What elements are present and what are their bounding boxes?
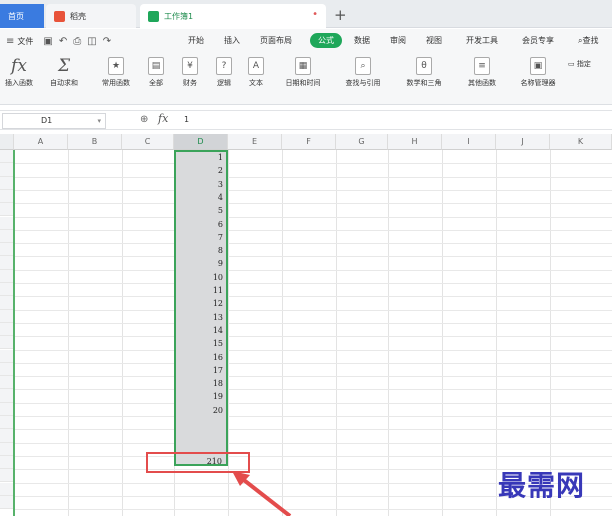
formula-input[interactable]: 1	[180, 113, 610, 129]
ribbon-label: 财务	[183, 79, 197, 87]
star-icon: ★	[108, 57, 124, 75]
yen-icon: ¥	[182, 57, 198, 75]
menu-member[interactable]: 会员专享	[522, 35, 554, 46]
undo-icon[interactable]: ↶	[59, 36, 67, 47]
ribbon-label: 查找与引用	[345, 79, 381, 87]
lookup-icon: ⌕	[355, 57, 371, 75]
ribbon-label: 自动求和	[50, 79, 78, 87]
autosum-button[interactable]: Σ 自动求和	[42, 56, 86, 88]
text-button[interactable]: A 文本	[244, 57, 268, 88]
cell-reference: D1	[41, 116, 53, 125]
print-icon[interactable]: ⎙	[73, 36, 81, 47]
math-trig-button[interactable]: θ 数学和三角	[398, 57, 450, 88]
ribbon-label: 数学和三角	[406, 79, 442, 87]
define-name-button[interactable]: ▭ 指定	[568, 59, 608, 69]
menu-view[interactable]: 视图	[426, 35, 442, 46]
ribbon-label: 全部	[149, 79, 163, 87]
tab-docer[interactable]: 稻壳	[46, 4, 136, 28]
tab-docer-label: 稻壳	[70, 11, 86, 21]
ribbon-label: 其他函数	[468, 79, 496, 87]
insert-function-button[interactable]: fx 插入函数	[0, 56, 38, 88]
watermark-logo: 最需网	[498, 469, 586, 502]
menu-developer[interactable]: 开发工具	[466, 35, 498, 46]
date-time-button[interactable]: ▦ 日期和时间	[278, 57, 328, 88]
list-icon: ▤	[148, 57, 164, 75]
lookup-reference-button[interactable]: ⌕ 查找与引用	[338, 57, 388, 88]
tab-workbook[interactable]: 工作簿1 •	[140, 4, 326, 28]
tab-home-label: 首页	[8, 11, 24, 21]
menu-file[interactable]: 文件	[17, 36, 33, 47]
logical-button[interactable]: ? 逻辑	[212, 57, 236, 88]
menu-bar: ≡ 文件 ▣ ↶ ⎙ ◫ ↷ 开始 插入 页面布局 公式 数据 审阅 视图 开发…	[0, 29, 612, 53]
formula-ribbon: fx 插入函数 Σ 自动求和 ★ 常用函数 ▤ 全部 ¥ 财务 ? 逻辑 A 文本 ▦ 日期和时…	[0, 53, 612, 105]
text-icon: A	[248, 57, 264, 75]
menu-page-layout[interactable]: 页面布局	[260, 35, 292, 46]
annotation-arrow	[232, 471, 292, 516]
formula-bar: D1 ▾ ⊕ fx 1	[0, 110, 612, 130]
hamburger-icon[interactable]: ≡	[6, 36, 14, 47]
chevron-down-icon[interactable]: ▾	[97, 114, 101, 128]
name-manager-icon: ▣	[530, 57, 546, 75]
tab-bar: 首页 稻壳 工作簿1 • +	[0, 0, 612, 28]
math-icon: θ	[416, 57, 432, 75]
menu-data[interactable]: 数据	[354, 35, 370, 46]
ribbon-label: 日期和时间	[285, 79, 321, 87]
spreadsheet-icon	[148, 10, 159, 22]
question-icon: ?	[216, 57, 232, 75]
add-tab-icon[interactable]: +	[334, 6, 347, 24]
calendar-icon: ▦	[295, 57, 311, 75]
save-icon[interactable]: ▣	[43, 36, 52, 47]
menu-formulas[interactable]: 公式	[310, 33, 342, 48]
fx-icon: fx	[11, 56, 27, 76]
menu-search-label: 查找	[582, 36, 599, 45]
menu-search[interactable]: ⌕查找	[578, 35, 598, 46]
close-icon[interactable]: •	[312, 9, 318, 20]
redo-icon[interactable]: ↷	[103, 36, 111, 47]
ribbon-label: 插入函数	[5, 79, 33, 87]
ribbon-label: 逻辑	[217, 79, 231, 87]
preview-icon[interactable]: ◫	[87, 36, 96, 47]
ribbon-label: 指定	[576, 60, 591, 68]
more-functions-icon: ≡	[474, 57, 490, 75]
other-functions-button[interactable]: ≡ 其他函数	[460, 57, 504, 88]
all-functions-button[interactable]: ▤ 全部	[144, 57, 168, 88]
name-box[interactable]: D1 ▾	[2, 113, 106, 129]
zoom-icon[interactable]: ⊕	[140, 114, 148, 125]
common-functions-button[interactable]: ★ 常用函数	[94, 57, 138, 88]
tab-workbook-label: 工作簿1	[164, 11, 194, 21]
menu-insert[interactable]: 插入	[224, 35, 240, 46]
ribbon-label: 文本	[249, 79, 263, 87]
financial-button[interactable]: ¥ 财务	[178, 57, 202, 88]
docer-icon	[54, 10, 65, 22]
name-manager-button[interactable]: ▣ 名称管理器	[516, 57, 560, 88]
fx-icon[interactable]: fx	[158, 112, 168, 125]
spreadsheet-grid[interactable]: A B C D E F G H I J K 1 2 3 4 5 6 7 8 9 …	[0, 134, 612, 516]
ribbon-label: 名称管理器	[520, 79, 556, 87]
define-name-icon: ▭	[568, 60, 575, 68]
menu-review[interactable]: 审阅	[390, 35, 406, 46]
ribbon-label: 常用函数	[102, 79, 130, 87]
tab-home[interactable]: 首页	[0, 4, 44, 28]
menu-start[interactable]: 开始	[188, 35, 204, 46]
sigma-icon: Σ	[57, 56, 71, 76]
